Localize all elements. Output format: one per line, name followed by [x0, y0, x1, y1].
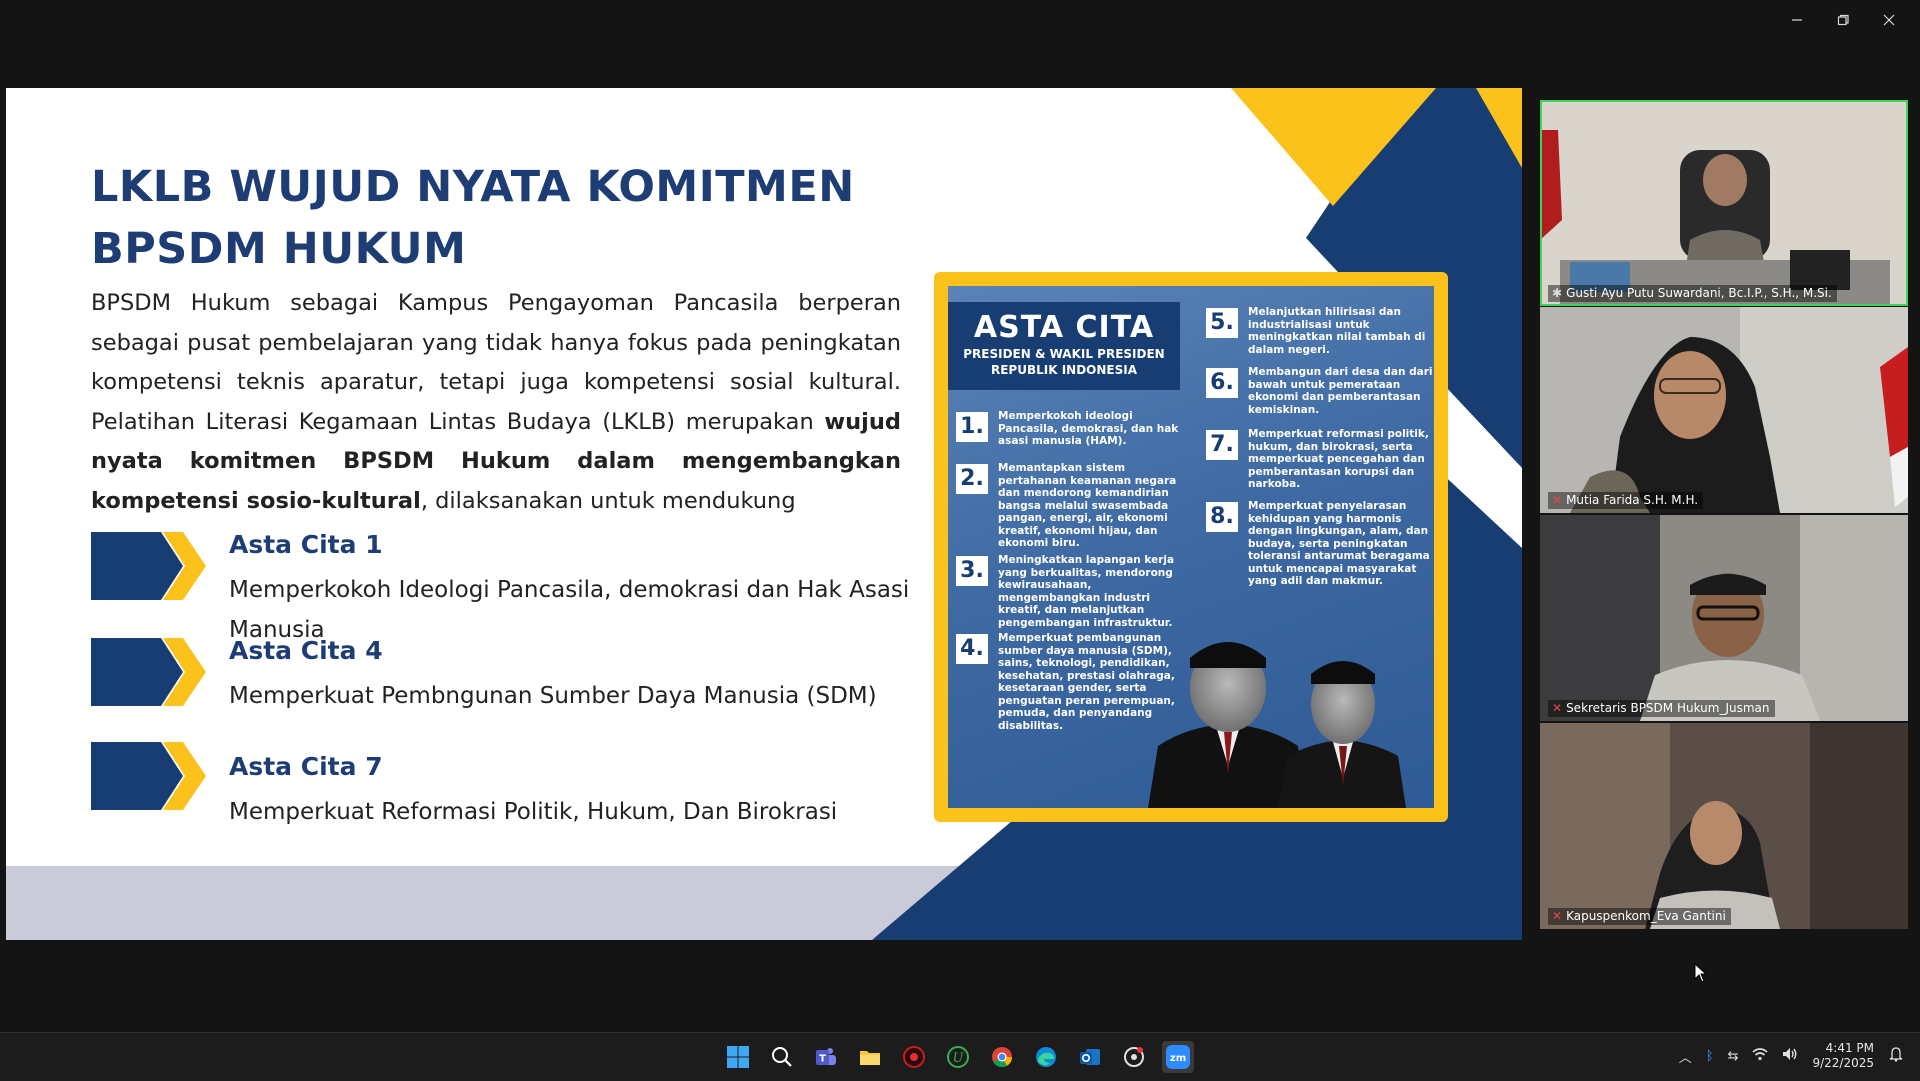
chevron-arrow-icon — [91, 532, 206, 600]
poster-header: ASTA CITA PRESIDEN & WAKIL PRESIDEN REPU… — [948, 302, 1180, 390]
slide-paragraph: BPSDM Hukum sebagai Kampus Pengayoman Pa… — [91, 284, 901, 521]
file-explorer-icon[interactable] — [854, 1041, 886, 1073]
slide-title-line2: BPSDM HUKUM — [91, 224, 467, 274]
minimize-button[interactable] — [1774, 10, 1820, 30]
participant-name: Mutia Farida S.H. M.H. — [1566, 493, 1699, 507]
muted-mic-icon: ✕ — [1552, 493, 1563, 507]
para-text-2: , dilaksanakan untuk mendukung — [420, 487, 796, 514]
poster-item-text: Memperkokoh ideologi Pancasila, demokras… — [998, 410, 1179, 447]
participant-video — [1540, 100, 1908, 306]
poster-item-text: Memperkuat reformasi politik, hukum, dan… — [1248, 428, 1429, 490]
poster-item-number: 1. — [956, 412, 988, 442]
system-tray: ︿ ᛒ ⇆ 4:41 PM 9/22/2025 — [1679, 1041, 1904, 1071]
chevron-up-icon[interactable]: ︿ — [1679, 1047, 1692, 1066]
chrome-icon[interactable] — [986, 1041, 1018, 1073]
leaders-portrait-image — [1148, 642, 1406, 808]
volume-icon[interactable] — [1782, 1047, 1798, 1065]
teams-icon[interactable]: T — [810, 1041, 842, 1073]
poster-item-number: 7. — [1206, 430, 1238, 460]
participant-tile[interactable]: ✕ Kapuspenkom_Eva Gantini — [1540, 723, 1908, 929]
app-green-icon[interactable]: U — [942, 1041, 974, 1073]
mouse-cursor-icon — [1694, 963, 1708, 983]
restore-button[interactable] — [1820, 10, 1866, 30]
poster-item-text: Melanjutkan hilirisasi dan industrialisa… — [1248, 306, 1426, 356]
zoom-icon-label: zm — [1170, 1053, 1186, 1064]
outlook-icon[interactable] — [1074, 1041, 1106, 1073]
asta-cita-title: Asta Cita 1 — [229, 530, 383, 559]
poster-item-number: 2. — [956, 464, 988, 494]
poster-item-number: 4. — [956, 634, 988, 664]
app-launcher-icon[interactable] — [1118, 1041, 1150, 1073]
poster-subheading-2: REPUBLIK INDONESIA — [990, 363, 1137, 377]
clock[interactable]: 4:41 PM 9/22/2025 — [1812, 1041, 1874, 1071]
slide-title-line1: LKLB WUJUD NYATA KOMITMEN — [91, 162, 855, 212]
unmuted-mic-icon: ✱ — [1552, 286, 1563, 300]
poster-subheading-1: PRESIDEN & WAKIL PRESIDEN — [963, 347, 1165, 361]
asta-cita-desc: Memperkuat Reformasi Politik, Hukum, Dan… — [229, 799, 838, 825]
para-text-1: BPSDM Hukum sebagai Kampus Pengayoman Pa… — [91, 290, 901, 435]
asta-cita-title: Asta Cita 4 — [229, 636, 383, 665]
bluetooth-icon[interactable]: ᛒ — [1706, 1049, 1714, 1064]
chevron-arrow-icon — [91, 638, 206, 706]
poster-item-number: 8. — [1206, 502, 1238, 532]
participant-name-label: ✕ Sekretaris BPSDM Hukum_Jusman — [1548, 700, 1775, 717]
search-icon[interactable] — [766, 1041, 798, 1073]
poster-item-number: 3. — [956, 556, 988, 586]
participant-name: Gusti Ayu Putu Suwardani, Bc.I.P., S.H.,… — [1566, 286, 1832, 300]
clock-date: 9/22/2025 — [1812, 1056, 1874, 1070]
asta-cita-title: Asta Cita 7 — [229, 752, 383, 781]
poster-item-text: Membangun dari desa dan dari bawah untuk… — [1248, 366, 1433, 416]
participant-name-label: ✕ Kapuspenkom_Eva Gantini — [1548, 908, 1731, 925]
participant-name-label: ✱ Gusti Ayu Putu Suwardani, Bc.I.P., S.H.… — [1548, 285, 1837, 302]
app-red-icon[interactable] — [898, 1041, 930, 1073]
participant-video — [1540, 307, 1908, 513]
clock-time: 4:41 PM — [1825, 1041, 1874, 1055]
muted-mic-icon: ✕ — [1552, 909, 1563, 923]
participant-video — [1540, 723, 1908, 929]
participant-tile[interactable]: ✱ Gusti Ayu Putu Suwardani, Bc.I.P., S.H.… — [1540, 100, 1908, 306]
taskbar: T U zm ︿ ᛒ ⇆ 4:41 PM 9/22/2025 — [0, 1032, 1920, 1081]
windows-start-icon[interactable] — [722, 1041, 754, 1073]
chevron-arrow-icon — [91, 742, 206, 810]
participant-name-label: ✕ Mutia Farida S.H. M.H. — [1548, 492, 1704, 509]
poster-item-number: 5. — [1206, 308, 1238, 338]
svg-text:U: U — [953, 1051, 965, 1066]
svg-text:T: T — [819, 1054, 826, 1065]
zoom-icon[interactable]: zm — [1162, 1041, 1194, 1073]
close-button[interactable] — [1866, 10, 1912, 30]
poster-item-text: Memantapkan sistem pertahanan keamanan n… — [998, 462, 1177, 549]
poster-heading: ASTA CITA — [973, 310, 1155, 345]
shared-slide: LKLB WUJUD NYATA KOMITMEN BPSDM HUKUM BP… — [6, 88, 1522, 940]
taskbar-apps: T U zm — [722, 1041, 1194, 1073]
muted-mic-icon: ✕ — [1552, 701, 1563, 715]
participant-tile[interactable]: ✕ Sekretaris BPSDM Hukum_Jusman — [1540, 515, 1908, 721]
poster-panel: ASTA CITA PRESIDEN & WAKIL PRESIDEN REPU… — [948, 286, 1434, 808]
poster-item-text: Memperkuat penyelarasan kehidupan yang h… — [1248, 500, 1430, 587]
slide-title: LKLB WUJUD NYATA KOMITMEN BPSDM HUKUM — [91, 156, 855, 280]
participant-tile[interactable]: ✕ Mutia Farida S.H. M.H. — [1540, 307, 1908, 513]
asta-cita-poster: ASTA CITA PRESIDEN & WAKIL PRESIDEN REPU… — [934, 272, 1448, 822]
participant-name: Kapuspenkom_Eva Gantini — [1566, 909, 1726, 923]
network-status-icon[interactable]: ⇆ — [1728, 1049, 1739, 1064]
wifi-icon[interactable] — [1752, 1047, 1768, 1065]
notification-bell-icon[interactable] — [1888, 1046, 1904, 1066]
participant-video — [1540, 515, 1908, 721]
window-controls — [1774, 10, 1912, 30]
participant-name: Sekretaris BPSDM Hukum_Jusman — [1566, 701, 1770, 715]
poster-item-number: 6. — [1206, 368, 1238, 398]
asta-cita-desc: Memperkuat Pembngunan Sumber Daya Manusi… — [229, 683, 877, 709]
edge-icon[interactable] — [1030, 1041, 1062, 1073]
